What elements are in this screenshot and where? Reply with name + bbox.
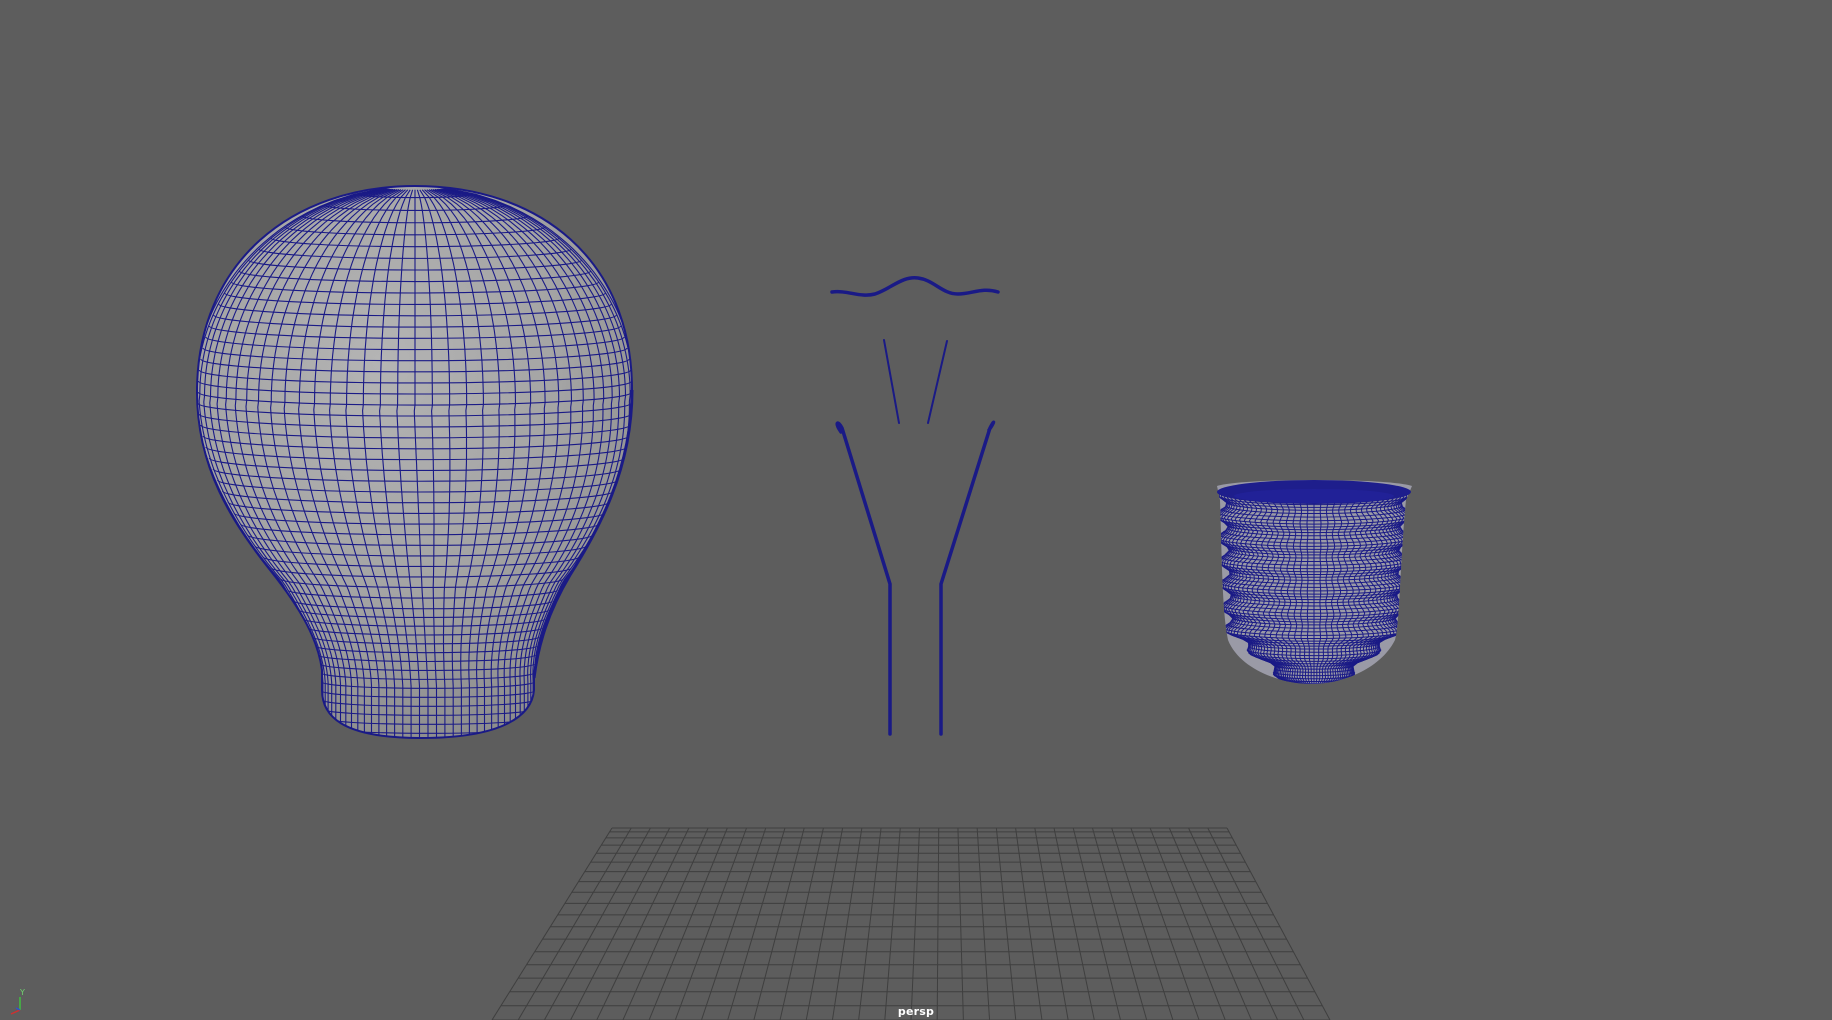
persp-viewport[interactable]: Y persp [0,0,1832,1020]
filament-curve[interactable] [830,276,1000,297]
screw-base-mesh[interactable] [1215,480,1413,684]
glass-bulb-mesh[interactable] [194,184,636,742]
ground-grid [491,827,1331,1020]
camera-name-label: persp [897,1005,935,1018]
y-axis-label: Y [20,988,25,997]
support-wires[interactable] [883,339,948,424]
lead-wires[interactable] [835,420,996,736]
scene-canvas[interactable] [0,0,1832,1020]
